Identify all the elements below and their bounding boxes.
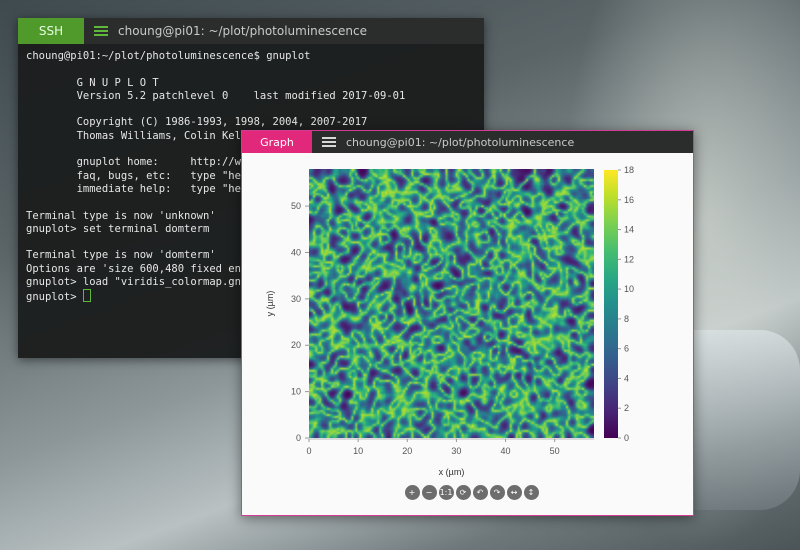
terminal-cursor — [82, 289, 91, 303]
graph-toolbar: + −1:1 ⟳ ↶ ↷ ↔ ↕ — [242, 485, 693, 500]
terminal-window-title: choung@pi01: ~/plot/photoluminescence — [118, 24, 367, 38]
x-tick-label: 40 — [501, 446, 511, 456]
redo-icon[interactable]: ↷ — [489, 485, 505, 500]
y-tick-label: 50 — [291, 201, 301, 211]
y-tick-label: 40 — [291, 247, 301, 257]
vertical-expand-icon[interactable]: ↕ — [523, 485, 539, 500]
zoom-in-icon[interactable]: + — [404, 485, 420, 500]
graph-titlebar[interactable]: Graph choung@pi01: ~/plot/photoluminesce… — [242, 131, 693, 153]
terminal-line: Version 5.2 patchlevel 0 last modified 2… — [26, 89, 406, 102]
x-tick-label: 50 — [550, 446, 560, 456]
colorbar-tick-label: 6 — [624, 344, 629, 354]
graph-window[interactable]: Graph choung@pi01: ~/plot/photoluminesce… — [241, 130, 694, 516]
x-tick-label: 20 — [402, 446, 412, 456]
heatmap-chart: 0 10 20 30 40 50 0 10 20 30 40 50 x (µm) y (µm) 0 2 4 6 8 1… — [265, 165, 634, 477]
colorbar-tick-label: 16 — [624, 195, 634, 205]
zoom-out-icon[interactable]: − — [421, 485, 437, 500]
x-tick-label: 10 — [353, 446, 363, 456]
x-tick-label: 0 — [306, 446, 311, 456]
hamburger-menu-icon[interactable] — [94, 26, 108, 36]
terminal-line: G N U P L O T — [26, 76, 159, 89]
colorbar-tick-label: 18 — [624, 165, 634, 175]
x-axis-label: x (µm) — [439, 467, 465, 477]
reset-zoom-icon[interactable]: 1:1 — [438, 485, 454, 500]
y-tick-label: 10 — [291, 387, 301, 397]
x-tick-label: 30 — [451, 446, 461, 456]
colorbar-tick-label: 4 — [624, 373, 629, 383]
colorbar-tick-label: 8 — [624, 314, 629, 324]
tab-ssh[interactable]: SSH — [18, 18, 84, 44]
hamburger-menu-icon[interactable] — [322, 137, 336, 147]
y-tick-label: 30 — [291, 294, 301, 304]
tab-graph[interactable]: Graph — [242, 131, 312, 153]
colorbar — [604, 170, 618, 438]
terminal-line: choung@pi01:~/plot/photoluminescence$ gn… — [26, 50, 311, 62]
y-tick-label: 0 — [296, 433, 301, 443]
colorbar-tick-label: 10 — [624, 284, 634, 294]
terminal-titlebar[interactable]: SSH choung@pi01: ~/plot/photoluminescenc… — [18, 18, 484, 44]
colorbar-tick-label: 2 — [624, 403, 629, 413]
terminal-line: Copyright (C) 1986-1993, 1998, 2004, 200… — [26, 116, 368, 129]
graph-window-title: choung@pi01: ~/plot/photoluminescence — [346, 135, 575, 149]
y-tick-label: 20 — [291, 340, 301, 350]
refresh-icon[interactable]: ⟳ — [455, 485, 471, 500]
colorbar-tick-label: 0 — [624, 433, 629, 443]
undo-icon[interactable]: ↶ — [472, 485, 488, 500]
heatmap-image — [309, 169, 594, 438]
colorbar-tick-label: 14 — [624, 225, 634, 235]
horizontal-expand-icon[interactable]: ↔ — [506, 485, 522, 500]
y-axis-label: y (µm) — [265, 291, 275, 317]
colorbar-tick-label: 12 — [624, 254, 634, 264]
